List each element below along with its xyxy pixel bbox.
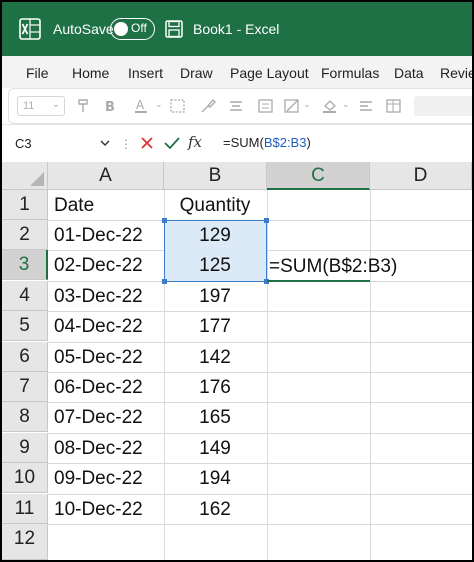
toggle-state: Off	[131, 21, 147, 35]
fill-color-icon[interactable]	[321, 97, 339, 115]
table-format-icon[interactable]	[385, 97, 403, 115]
row-header[interactable]: 12	[2, 524, 48, 560]
date-cell[interactable]: 10-Dec-22	[54, 495, 143, 525]
ribbon-search-field[interactable]	[414, 96, 472, 116]
tab-draw[interactable]: Draw	[180, 65, 213, 81]
column-header-b[interactable]: B	[164, 162, 267, 190]
tab-data[interactable]: Data	[394, 65, 424, 81]
chevron-down-icon: ⌄	[303, 99, 311, 109]
autosave-toggle[interactable]: Off	[110, 18, 155, 40]
row-header[interactable]: 4	[2, 281, 48, 312]
svg-text:A: A	[136, 98, 145, 112]
cancel-icon[interactable]	[140, 136, 154, 150]
name-box-value: C3	[15, 136, 32, 151]
select-all-button[interactable]	[2, 162, 48, 190]
formula-bar: C3 ⋮ fx =SUM(B$2:B3)	[2, 124, 472, 162]
date-cell[interactable]: 09-Dec-22	[54, 464, 143, 494]
svg-text:B: B	[105, 100, 115, 115]
row-header[interactable]: 3	[2, 250, 48, 281]
quantity-cell[interactable]: 197	[164, 282, 266, 312]
font-color-icon[interactable]: A	[133, 97, 151, 115]
format-painter-icon[interactable]	[75, 97, 93, 115]
gridline	[267, 190, 268, 560]
formula-suffix: )	[306, 135, 311, 150]
cell-style-icon[interactable]	[283, 97, 301, 115]
date-cell[interactable]: 03-Dec-22	[54, 282, 143, 312]
excel-logo-icon	[19, 18, 41, 40]
gridline	[370, 190, 371, 560]
menu-bar: File Home Insert Draw Page Layout Formul…	[2, 56, 472, 88]
bold-icon[interactable]: B	[101, 97, 119, 115]
date-cell[interactable]: 01-Dec-22	[54, 221, 143, 251]
align-left-icon[interactable]	[357, 97, 375, 115]
chevron-down-icon: ⌄	[342, 99, 350, 109]
row-header[interactable]: 11	[2, 494, 48, 525]
column-header-d[interactable]: D	[370, 162, 472, 190]
font-size-select[interactable]: 11 ⌄	[17, 96, 65, 116]
excel-window: AutoSave Off Book1 - Excel File Home Ins…	[2, 2, 472, 560]
ribbon-toolbar: 11 ⌄ B A ⌄ ⌄ ⌄	[8, 88, 472, 124]
align-center-icon[interactable]	[227, 97, 245, 115]
date-cell[interactable]: 04-Dec-22	[54, 312, 143, 342]
quantity-cell[interactable]: 194	[164, 464, 266, 494]
row-header[interactable]: 7	[2, 372, 48, 403]
insert-function-button[interactable]: fx	[188, 133, 202, 151]
cell-a1[interactable]: Date	[54, 191, 94, 221]
chevron-down-icon: ⌄	[155, 99, 163, 109]
row-header[interactable]: 9	[2, 433, 48, 464]
cell-c3-formula[interactable]: =SUM(B$2:B3)	[269, 252, 397, 282]
quantity-cell[interactable]: 162	[164, 495, 266, 525]
cell-b1[interactable]: Quantity	[164, 191, 266, 221]
title-bar: AutoSave Off Book1 - Excel	[2, 2, 472, 56]
quantity-cell[interactable]: 176	[164, 373, 266, 403]
row-header[interactable]: 6	[2, 342, 48, 373]
autosave-label: AutoSave	[53, 21, 114, 37]
quantity-cell[interactable]: 165	[164, 403, 266, 433]
quantity-cell[interactable]: 125	[164, 251, 266, 281]
row-header[interactable]: 10	[2, 463, 48, 494]
tab-formulas[interactable]: Formulas	[321, 65, 379, 81]
formula-reference: B$2:B3	[263, 135, 307, 150]
date-cell[interactable]: 06-Dec-22	[54, 373, 143, 403]
date-cell[interactable]: 07-Dec-22	[54, 403, 143, 433]
row-header[interactable]: 1	[2, 190, 48, 221]
tab-review[interactable]: Revie	[440, 65, 472, 81]
date-cell[interactable]: 08-Dec-22	[54, 434, 143, 464]
quantity-cell[interactable]: 177	[164, 312, 266, 342]
column-header-c[interactable]: C	[267, 162, 370, 190]
chevron-down-icon[interactable]	[99, 137, 111, 149]
chevron-down-icon: ⌄	[51, 99, 60, 110]
number-format-icon[interactable]	[257, 97, 275, 115]
row-header[interactable]: 5	[2, 311, 48, 342]
tab-home[interactable]: Home	[72, 65, 109, 81]
row-header[interactable]: 2	[2, 220, 48, 251]
name-box[interactable]: C3	[11, 133, 113, 155]
document-title: Book1 - Excel	[193, 21, 280, 37]
border-icon[interactable]	[169, 97, 187, 115]
column-header-a[interactable]: A	[48, 162, 164, 190]
formula-bar-grip-icon: ⋮	[120, 137, 132, 151]
date-cell[interactable]: 05-Dec-22	[54, 343, 143, 373]
paintbrush-icon[interactable]	[199, 97, 217, 115]
tab-file[interactable]: File	[26, 65, 49, 81]
quantity-cell[interactable]: 142	[164, 343, 266, 373]
quantity-cell[interactable]: 129	[164, 221, 266, 251]
save-icon[interactable]	[165, 20, 183, 38]
formula-input[interactable]: =SUM(B$2:B3)	[223, 135, 311, 150]
enter-check-icon[interactable]	[164, 136, 180, 150]
tab-page-layout[interactable]: Page Layout	[230, 65, 309, 81]
date-cell[interactable]: 02-Dec-22	[54, 251, 143, 281]
toggle-knob	[114, 22, 128, 36]
tab-insert[interactable]: Insert	[128, 65, 163, 81]
formula-prefix: =SUM(	[223, 135, 264, 150]
spreadsheet-grid[interactable]: A B C D 1 2 3 4 5 6 7 8 9 10 11 12 Date …	[2, 162, 472, 560]
font-size-value: 11	[23, 100, 35, 112]
quantity-cell[interactable]: 149	[164, 434, 266, 464]
row-header[interactable]: 8	[2, 402, 48, 433]
select-all-triangle-icon	[30, 172, 44, 186]
